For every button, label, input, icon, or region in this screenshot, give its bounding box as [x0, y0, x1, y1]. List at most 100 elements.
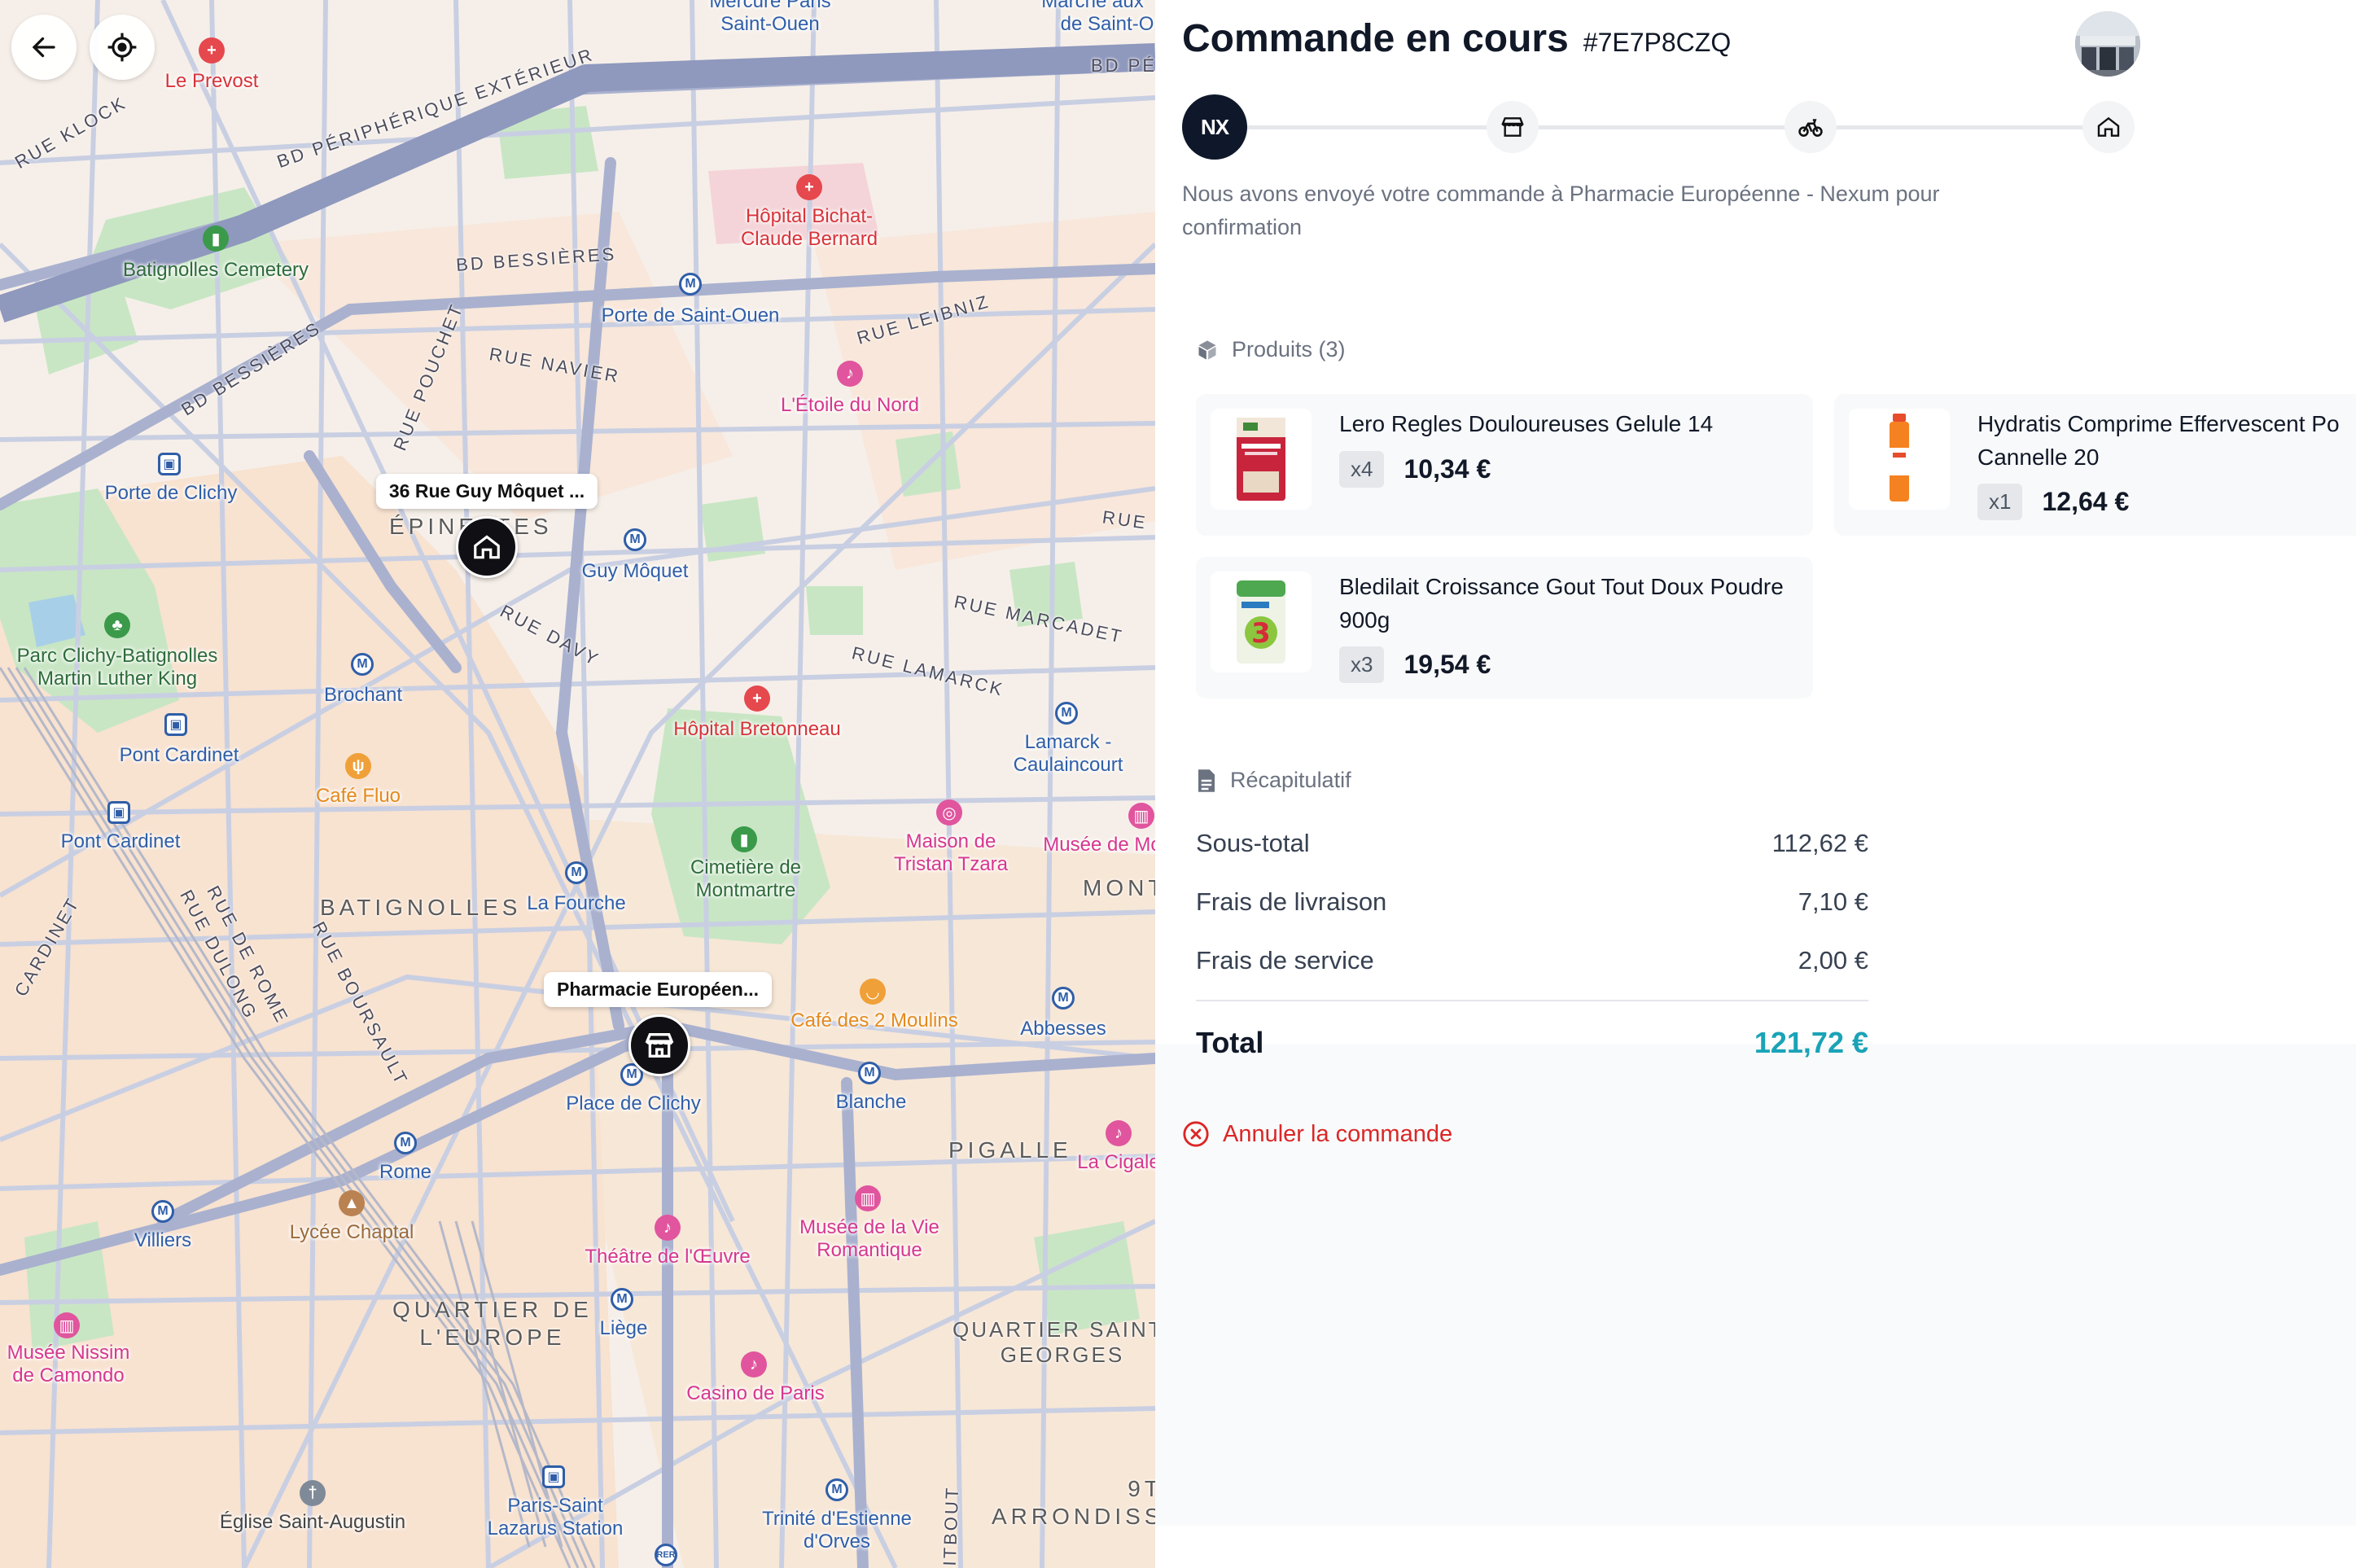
map-label: Batignolles Cemetery: [122, 259, 309, 281]
product-qty-price: x4 10,34 €: [1339, 451, 1491, 488]
map-label: Place de Clichy: [566, 1093, 701, 1115]
street-label: AITBOUT: [939, 1485, 963, 1568]
product-name: Bledilait Croissance Gout Tout Doux Poud…: [1339, 574, 1784, 633]
bike-icon: [1798, 119, 1823, 137]
summary-divider: [1196, 1000, 1868, 1001]
map-label: Café des 2 Moulins: [790, 1010, 958, 1031]
map-view[interactable]: BD PÉRIPHÉRIQUE EXTÉRIEUR BD PÉ RUE KLOC…: [0, 0, 1155, 1568]
map-label: La Cigale: [1077, 1151, 1155, 1173]
product-thumbnail: [1211, 409, 1312, 510]
storefront-photo: [2075, 11, 2140, 77]
summary-subtotal: Sous-total 112,62 €: [1196, 829, 1868, 858]
delivery-value: 7,10 €: [1798, 887, 1868, 916]
subtotal-value: 112,62 €: [1771, 829, 1868, 857]
order-header: Commande en cours #7E7P8CZQ: [1182, 16, 1731, 61]
service-label: Frais de service: [1196, 946, 1374, 975]
street-label: BD PÉ: [1091, 55, 1155, 76]
back-button[interactable]: [11, 15, 77, 80]
order-panel: Commande en cours #7E7P8CZQ NX Nous avon…: [1155, 0, 2356, 1568]
product-name: Lero Regles Douloureuses Gelule 14: [1339, 411, 1714, 436]
cemetery-icon: ▮: [203, 226, 229, 252]
product-card[interactable]: Lero Regles Douloureuses Gelule 14 x4 10…: [1196, 394, 1813, 536]
product-price: 12,64 €: [2042, 487, 2130, 516]
summary-service: Frais de service 2,00 €: [1196, 946, 1868, 975]
products-heading: Produits (3): [1196, 337, 1346, 362]
map-label: Parc Clichy-Batignolles Martin Luther Ki…: [16, 645, 218, 690]
products-heading-text: Produits (3): [1232, 337, 1346, 361]
store-marker[interactable]: [628, 1014, 690, 1076]
product-card[interactable]: Hydratis Comprime Effervescent Po Cannel…: [1834, 394, 2356, 536]
product-quantity: x3: [1339, 646, 1385, 683]
product-quantity: x1: [1977, 484, 2023, 520]
museum-icon: ▥: [54, 1312, 80, 1338]
map-label: L'Étoile du Nord: [780, 394, 920, 416]
train-icon: ▣: [164, 713, 187, 736]
locate-button[interactable]: [90, 15, 155, 80]
theatre-icon: ♪: [1106, 1120, 1132, 1146]
church-icon: †: [300, 1480, 326, 1506]
museum-icon: ▥: [1128, 803, 1154, 829]
product-image: 3: [1237, 580, 1285, 664]
rer-icon: RER: [655, 1544, 677, 1566]
metro-icon: M: [624, 528, 646, 551]
cancel-order-button[interactable]: Annuler la commande: [1182, 1120, 1452, 1148]
cancel-order-label: Annuler la commande: [1223, 1120, 1453, 1147]
store-icon: [1501, 117, 1524, 137]
map-label: Trinité d'Estienne d'Orves: [762, 1508, 912, 1553]
cafe-icon: ◡: [860, 979, 886, 1005]
box-icon: [1198, 339, 1216, 360]
product-price: 19,54 €: [1404, 650, 1491, 679]
total-value: 121,72 €: [1754, 1026, 1868, 1059]
map-label: Blanche: [835, 1091, 907, 1113]
map-label: de Saint-O: [1060, 13, 1154, 35]
home-icon: [474, 535, 500, 559]
school-icon: ▲: [339, 1190, 365, 1216]
order-status-message: Nous avons envoyé votre commande à Pharm…: [1182, 182, 1940, 239]
page-title: Commande en cours: [1182, 17, 1569, 60]
metro-icon: M: [151, 1200, 174, 1223]
museum-icon: ▥: [855, 1185, 881, 1211]
map-label: Porte de Saint-Ouen: [601, 304, 780, 326]
progress-track: [1215, 125, 2118, 129]
map-label: Porte de Clichy: [104, 482, 238, 504]
map-label: Pont Cardinet: [119, 744, 239, 766]
product-quantity: x4: [1339, 451, 1385, 488]
map-label: Musée de la Vie Romantique: [799, 1216, 939, 1261]
arrow-left-icon: [32, 37, 55, 58]
district-label: MONT: [1083, 875, 1155, 900]
delivery-label: Frais de livraison: [1196, 887, 1387, 916]
map-label: Rome: [379, 1161, 432, 1183]
product-price: 10,34 €: [1404, 454, 1491, 484]
panel-footer-area: [1155, 1044, 2356, 1526]
museum-icon: ◎: [936, 799, 962, 826]
map-label: Hôpital Bichat- Claude Bernard: [740, 205, 878, 250]
product-qty-price: x3 19,54 €: [1339, 646, 1491, 683]
store-marker-label[interactable]: Pharmacie Européen...: [544, 972, 772, 1007]
train-icon: ▣: [107, 801, 130, 824]
metro-icon: M: [1052, 987, 1075, 1010]
cemetery-icon: ▮: [731, 826, 757, 852]
map-label: Le Prevost: [164, 70, 259, 92]
store-avatar[interactable]: [2075, 11, 2140, 77]
district-label: 9TH ARRONDISSE: [992, 1476, 1155, 1529]
map-label: Guy Môquet: [581, 560, 689, 582]
progress-step-pharmacy: NX: [1182, 94, 1247, 160]
product-card[interactable]: 3 Bledilait Croissance Gout Tout Doux Po…: [1196, 557, 1813, 699]
summary-heading: Récapitulatif: [1196, 768, 1351, 793]
map-label: Liège: [599, 1317, 648, 1339]
map-label: Abbesses: [1020, 1018, 1106, 1040]
home-marker-label[interactable]: 36 Rue Guy Môquet ...: [375, 474, 598, 509]
store-icon: [645, 1033, 674, 1058]
progress-step-store: [1487, 101, 1539, 153]
home-marker[interactable]: [456, 516, 518, 578]
map-label: Cimetière de Montmartre: [690, 856, 802, 901]
summary-delivery: Frais de livraison 7,10 €: [1196, 887, 1868, 917]
district-label: BATIGNOLLES: [320, 895, 522, 920]
map-label: Mercure Paris Saint-Ouen: [709, 0, 831, 35]
map-label: Café Fluo: [315, 785, 401, 807]
train-icon: ▣: [158, 453, 181, 475]
product-name: Hydratis Comprime Effervescent Po Cannel…: [1977, 411, 2340, 470]
total-label: Total: [1196, 1026, 1264, 1059]
summary-total: Total 121,72 €: [1196, 1026, 1868, 1060]
theatre-icon: ♪: [655, 1215, 681, 1241]
